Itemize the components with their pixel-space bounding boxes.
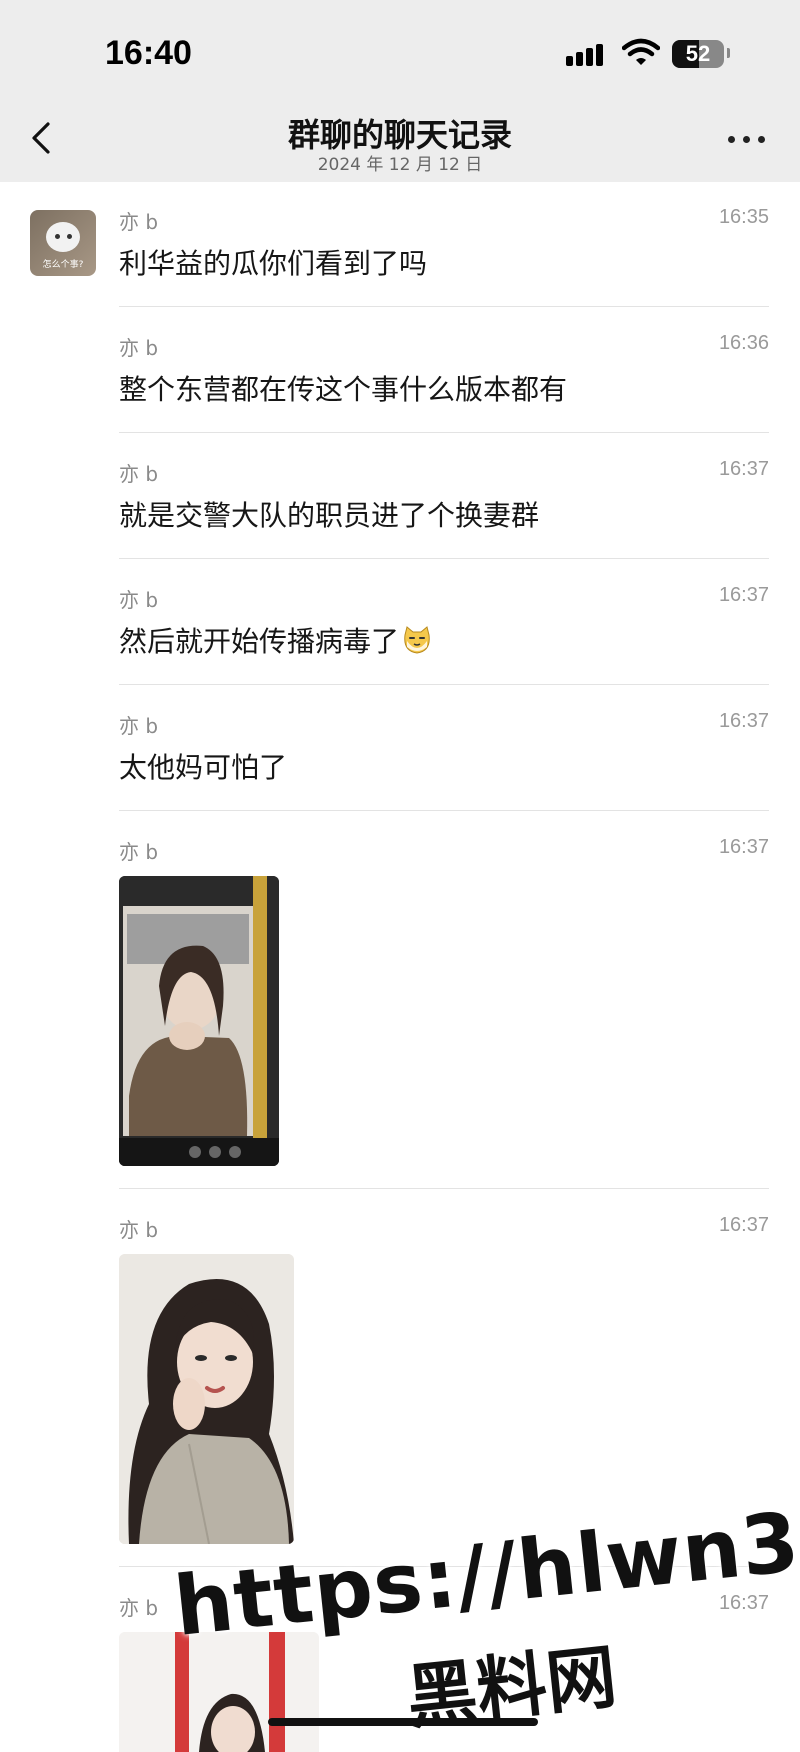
battery-tip xyxy=(727,48,730,58)
message-image[interactable] xyxy=(119,1254,294,1544)
avatar-caption: 怎么个事? xyxy=(42,260,84,270)
message-sender: 亦 b xyxy=(119,210,159,234)
battery-icon: 52 xyxy=(672,40,724,68)
nav-bar: 群聊的聊天记录 2024 年 12 月 12 日 xyxy=(0,100,800,182)
avatar-eye xyxy=(67,234,72,239)
message-sender: 亦 b xyxy=(119,714,159,738)
message-time: 16:37 xyxy=(718,710,769,732)
message-image[interactable] xyxy=(119,876,279,1166)
home-indicator[interactable] xyxy=(268,1718,538,1726)
message-time: 16:37 xyxy=(718,584,769,606)
image-partial-photo xyxy=(119,1632,319,1752)
message-text: 太他妈可怕了 xyxy=(119,751,288,784)
message-text: 然后就开始传播病毒了 xyxy=(119,625,400,658)
message-text: 整个东营都在传这个事什么版本都有 xyxy=(119,373,568,406)
page-subtitle-date: 2024 年 12 月 12 日 xyxy=(317,155,483,175)
message-time: 16:35 xyxy=(718,206,769,228)
message-image[interactable] xyxy=(119,1632,319,1752)
cellular-signal-icon xyxy=(566,40,610,66)
more-dots-icon[interactable] xyxy=(726,134,768,146)
wifi-icon xyxy=(622,38,660,65)
message-time: 16:37 xyxy=(718,458,769,480)
divider xyxy=(119,306,769,307)
message-time: 16:37 xyxy=(718,836,769,858)
message-time: 16:37 xyxy=(718,1592,769,1614)
image-photo-screenshot xyxy=(119,876,279,1166)
avatar-cat-face xyxy=(46,222,80,252)
message-text-row: 然后就开始传播病毒了 xyxy=(119,620,433,660)
message-time: 16:37 xyxy=(718,1214,769,1236)
message-text: 就是交警大队的职员进了个换妻群 xyxy=(119,499,540,532)
divider xyxy=(119,810,769,811)
divider xyxy=(119,432,769,433)
divider xyxy=(119,1188,769,1189)
message-sender: 亦 b xyxy=(119,1218,159,1242)
status-bar: 16:40 52 xyxy=(0,0,800,100)
message-sender: 亦 b xyxy=(119,1596,159,1620)
cat-emoji-icon xyxy=(404,626,430,654)
message-time: 16:36 xyxy=(718,332,769,354)
status-time: 16:40 xyxy=(105,34,192,72)
avatar[interactable]: 怎么个事? xyxy=(30,210,96,276)
divider xyxy=(119,1566,769,1567)
message-text: 利华益的瓜你们看到了吗 xyxy=(119,247,428,280)
avatar-eye xyxy=(55,234,60,239)
message-sender: 亦 b xyxy=(119,462,159,486)
image-portrait-photo xyxy=(119,1254,294,1544)
divider xyxy=(119,684,769,685)
battery-level: 52 xyxy=(685,41,711,66)
divider xyxy=(119,558,769,559)
message-sender: 亦 b xyxy=(119,336,159,360)
message-sender: 亦 b xyxy=(119,588,159,612)
message-sender: 亦 b xyxy=(119,840,159,864)
